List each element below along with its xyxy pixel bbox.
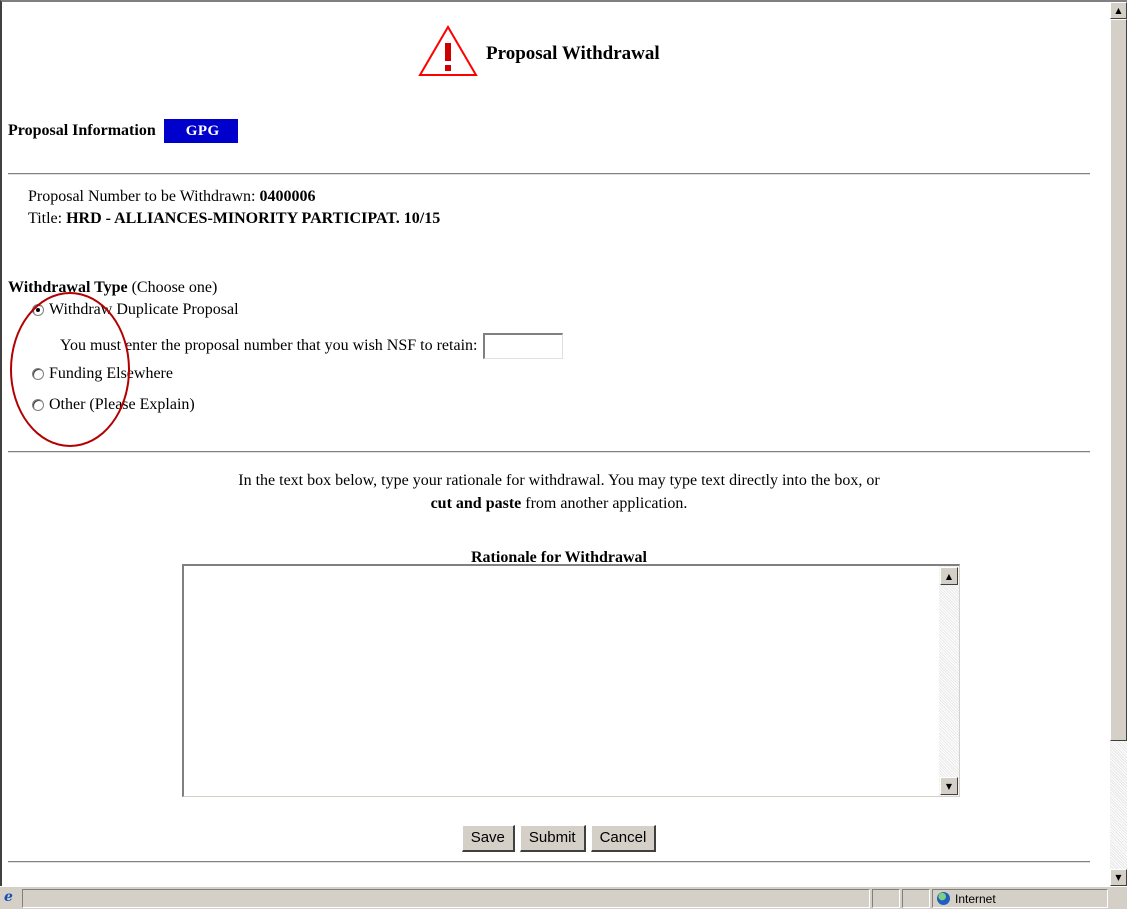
- zone-label: Internet: [955, 891, 996, 906]
- proposal-number-line: Proposal Number to be Withdrawn: 0400006: [28, 188, 315, 206]
- status-text-cell: [22, 889, 870, 908]
- withdrawal-type-hint: (Choose one): [127, 279, 218, 296]
- retain-proposal-number-input[interactable]: [483, 333, 564, 359]
- warning-triangle-icon: [418, 25, 478, 76]
- instructions-tail: from another application.: [521, 495, 688, 512]
- proposal-info-header: Proposal Information GPG: [8, 118, 238, 144]
- status-cell: [902, 889, 930, 908]
- page-scrollbar[interactable]: ▲ ▼: [1110, 2, 1127, 886]
- submit-button[interactable]: Submit: [519, 825, 586, 852]
- instructions-bold: cut and paste: [430, 495, 522, 512]
- save-button[interactable]: Save: [461, 825, 515, 852]
- divider: [8, 451, 1090, 453]
- security-zone: Internet: [932, 889, 1108, 908]
- retain-row: You must enter the proposal number that …: [60, 333, 564, 359]
- instructions-line-2: cut and paste from another application.: [8, 492, 1110, 515]
- rationale-textarea[interactable]: ▲ ▼: [182, 564, 960, 797]
- proposal-title-line: Title: HRD - ALLIANCES-MINORITY PARTICIP…: [28, 210, 440, 228]
- divider: [8, 173, 1090, 175]
- cancel-button[interactable]: Cancel: [590, 825, 657, 852]
- action-buttons: Save Submit Cancel: [8, 825, 1110, 852]
- proposal-info-label: Proposal Information: [8, 122, 156, 139]
- proposal-title-label: Title:: [28, 210, 67, 227]
- page-scroll-down-arrow-icon[interactable]: ▼: [1110, 869, 1127, 886]
- textarea-scrollbar[interactable]: ▲ ▼: [939, 566, 959, 796]
- page-title: Proposal Withdrawal: [486, 43, 660, 64]
- globe-icon: [937, 892, 950, 905]
- proposal-title-value: HRD - ALLIANCES-MINORITY PARTICIPAT. 10/…: [66, 210, 441, 227]
- scroll-down-arrow-icon[interactable]: ▼: [940, 777, 958, 795]
- status-cell: [872, 889, 900, 908]
- proposal-number-value: 0400006: [259, 188, 316, 205]
- page-content: Proposal Withdrawal Proposal Information…: [8, 6, 1110, 884]
- divider: [8, 861, 1090, 863]
- page-scroll-up-arrow-icon[interactable]: ▲: [1110, 2, 1127, 19]
- ie-page-icon: e: [4, 889, 13, 905]
- instructions-line-1: In the text box below, type your rationa…: [238, 472, 880, 489]
- annotation-circle: [10, 292, 130, 447]
- withdrawal-type-heading: Withdrawal Type (Choose one): [8, 279, 217, 297]
- gpg-badge: GPG: [163, 119, 238, 143]
- proposal-number-label: Proposal Number to be Withdrawn:: [28, 188, 260, 205]
- page-scroll-thumb[interactable]: [1110, 19, 1127, 741]
- page-header: Proposal Withdrawal: [8, 21, 1110, 77]
- rationale-instructions: In the text box below, type your rationa…: [8, 469, 1110, 515]
- scroll-up-arrow-icon[interactable]: ▲: [940, 567, 958, 585]
- status-bar: e Internet: [0, 886, 1127, 909]
